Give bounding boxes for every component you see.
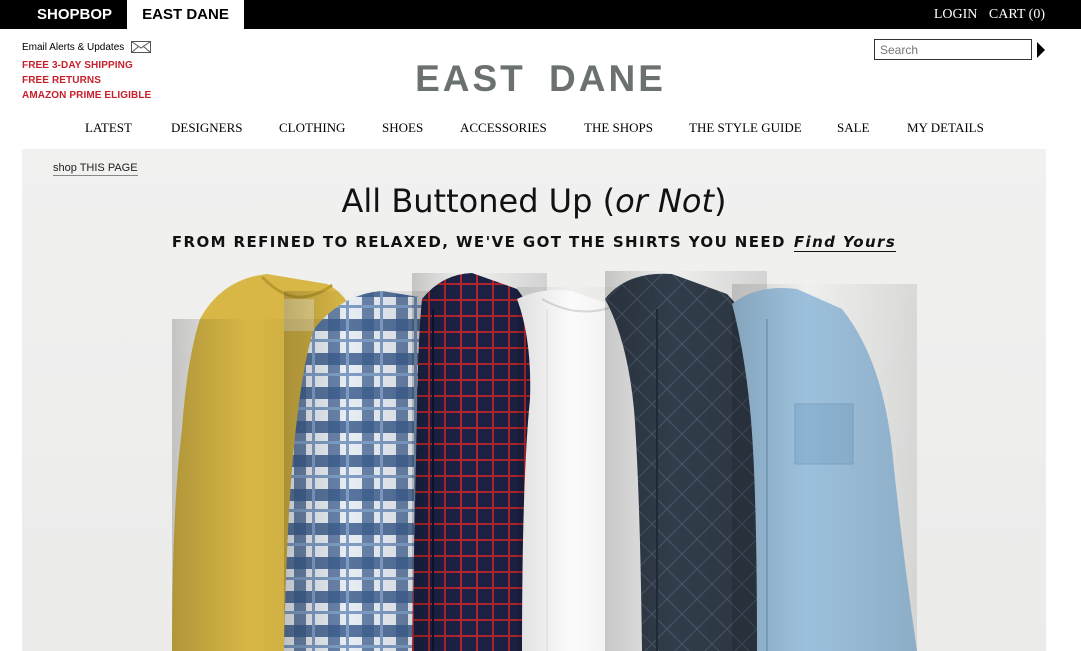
search-input[interactable] — [874, 39, 1032, 60]
main-nav: LATEST DESIGNERS CLOTHING SHOES ACCESSOR… — [0, 120, 1081, 138]
email-alerts-link[interactable]: Email Alerts & Updates — [22, 41, 152, 53]
nav-accessories[interactable]: ACCESSORIES — [460, 120, 547, 136]
nav-the-shops[interactable]: THE SHOPS — [584, 120, 653, 136]
hero-subtitle: FROM REFINED TO RELAXED, WE'VE GOT THE S… — [22, 233, 1046, 252]
cart-link[interactable]: CART (0) — [989, 7, 1045, 22]
tab-shopbop[interactable]: SHOPBOP — [22, 0, 127, 29]
top-bar: SHOPBOP EAST DANE LOGIN CART (0) — [0, 0, 1081, 29]
hero-title-end: ) — [714, 182, 727, 220]
nav-sale[interactable]: SALE — [837, 120, 870, 136]
login-link[interactable]: LOGIN — [934, 7, 978, 22]
find-yours-link[interactable]: Find Yours — [793, 233, 897, 252]
nav-clothing[interactable]: CLOTHING — [279, 120, 345, 136]
email-alerts-label: Email Alerts & Updates — [22, 41, 125, 53]
account-links: LOGIN CART (0) — [926, 0, 1045, 29]
nav-latest[interactable]: LATEST — [85, 120, 132, 136]
hero-title-main: All Buttoned Up ( — [341, 182, 616, 220]
nav-designers[interactable]: DESIGNERS — [171, 120, 243, 136]
hero-title-italic: or Not — [615, 182, 715, 220]
hero-title: All Buttoned Up (or Not) — [22, 182, 1046, 220]
shop-this-page-link[interactable]: shop THIS PAGE — [53, 162, 138, 176]
hero-banner[interactable]: shop THIS PAGE All Buttoned Up (or Not) … — [22, 149, 1046, 651]
search-submit-arrow-icon[interactable] — [1037, 42, 1045, 58]
nav-my-details[interactable]: MY DETAILS — [907, 120, 984, 136]
envelope-icon — [131, 41, 152, 53]
east-dane-logo[interactable]: EAST DANE — [0, 58, 1081, 100]
nav-shoes[interactable]: SHOES — [382, 120, 423, 136]
nav-style-guide[interactable]: THE STYLE GUIDE — [689, 120, 802, 136]
shirts-image — [172, 271, 917, 651]
tab-east-dane[interactable]: EAST DANE — [127, 0, 244, 29]
hero-subtitle-text: FROM REFINED TO RELAXED, WE'VE GOT THE S… — [171, 233, 786, 251]
